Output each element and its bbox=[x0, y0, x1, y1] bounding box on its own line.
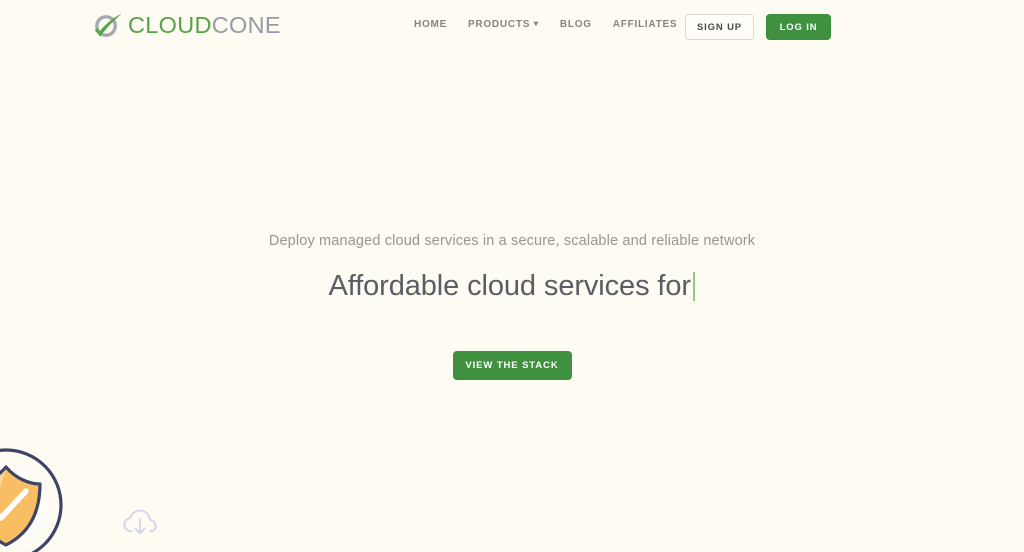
view-the-stack-button[interactable]: VIEW THE STACK bbox=[453, 351, 572, 380]
typing-cursor bbox=[693, 272, 696, 301]
hero-section: Deploy managed cloud services in a secur… bbox=[0, 0, 1024, 552]
hero-title-text: Affordable cloud services for bbox=[329, 270, 691, 303]
nav-item-blog[interactable]: BLOG bbox=[560, 20, 592, 30]
nav-item-products-label: PRODUCTS bbox=[468, 20, 530, 30]
hero-title: Affordable cloud services for bbox=[329, 270, 696, 303]
nav-item-home[interactable]: HOME bbox=[414, 20, 447, 30]
hero-subtitle: Deploy managed cloud services in a secur… bbox=[269, 233, 755, 249]
nav-item-affiliates[interactable]: AFFILIATES bbox=[613, 20, 678, 30]
site-header: CLOUDCONE HOME PRODUCTS ▾ BLOG AFFILIATES… bbox=[0, 0, 1024, 54]
log-in-button[interactable]: LOG IN bbox=[766, 14, 831, 40]
cloud-download-icon bbox=[122, 508, 158, 538]
sign-up-button[interactable]: SIGN UP bbox=[685, 14, 754, 40]
auth-button-group: SIGN UP LOG IN bbox=[685, 14, 831, 40]
shield-check-icon bbox=[0, 441, 70, 552]
nav-item-products[interactable]: PRODUCTS ▾ bbox=[468, 20, 539, 30]
brand-wordmark-primary: CLOUD bbox=[128, 12, 212, 38]
cloudcone-swoosh-logo-icon bbox=[92, 11, 123, 42]
nav-item-blog-label: BLOG bbox=[560, 20, 592, 30]
nav-item-affiliates-label: AFFILIATES bbox=[613, 20, 678, 30]
brand-logo[interactable]: CLOUDCONE bbox=[92, 11, 281, 42]
chevron-down-icon: ▾ bbox=[534, 20, 539, 28]
brand-wordmark: CLOUDCONE bbox=[128, 14, 281, 40]
nav-item-home-label: HOME bbox=[414, 20, 447, 30]
brand-wordmark-secondary: CONE bbox=[212, 12, 281, 38]
